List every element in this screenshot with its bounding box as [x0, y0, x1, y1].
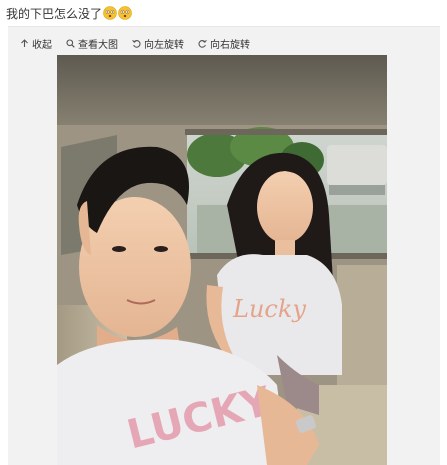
- collapse-label: 收起: [32, 39, 52, 51]
- svg-text:Lucky: Lucky: [232, 295, 306, 323]
- rotate-right-icon: [198, 39, 207, 48]
- post-photo[interactable]: Lucky LUCKY: [57, 55, 387, 465]
- view-large-label: 查看大图: [78, 39, 118, 51]
- magnifier-icon: [66, 38, 75, 48]
- dizzy-face-emoji-icon: [118, 6, 132, 20]
- view-large-button[interactable]: 查看大图: [66, 36, 118, 51]
- arrow-up-icon: [20, 38, 29, 48]
- rotate-left-button[interactable]: 向左旋转: [132, 36, 184, 51]
- collapse-button[interactable]: 收起: [20, 36, 52, 51]
- rotate-left-label: 向左旋转: [144, 39, 184, 51]
- rotate-right-label: 向右旋转: [210, 39, 250, 51]
- post-text: 我的下巴怎么没了: [6, 6, 103, 21]
- media-card: 收起 查看大图 向左旋转 向右旋转 Lucky LUCKY: [8, 26, 440, 465]
- rotate-left-icon: [132, 39, 141, 48]
- post-text-row: 我的下巴怎么没了: [6, 4, 132, 22]
- rotate-right-button[interactable]: 向右旋转: [198, 36, 250, 51]
- dizzy-face-emoji-icon: [103, 6, 117, 20]
- media-toolbar: 收起 查看大图 向左旋转 向右旋转: [20, 35, 264, 51]
